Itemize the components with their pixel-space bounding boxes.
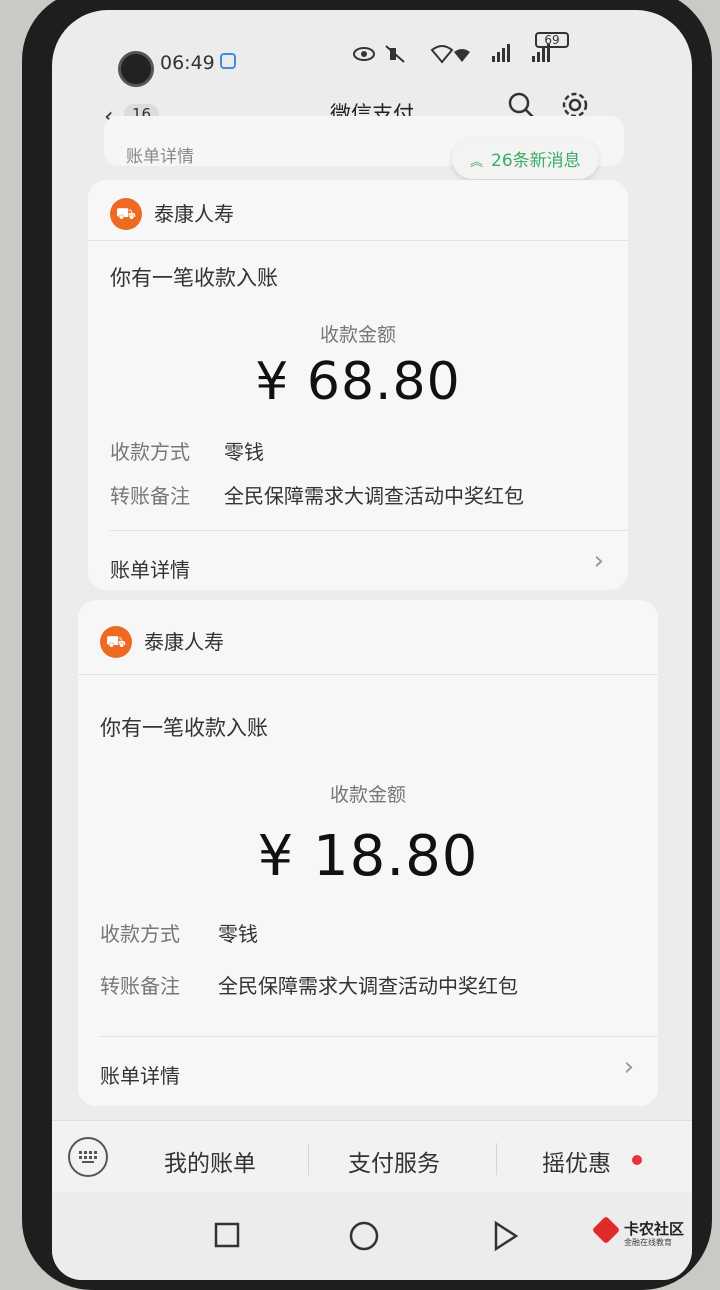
merchant-name: 泰康人寿 bbox=[154, 202, 234, 226]
phone-screen: 06:49 69 ‹ 16 微信支付 账单详情 ︽26条新消息 ⛟ 泰康人寿 bbox=[52, 10, 692, 1280]
payment-card: ⛟ 泰康人寿 你有一笔收款入账 收款金额 ¥ 68.80 收款方式 零钱 转账备… bbox=[88, 180, 628, 590]
payment-method-label: 收款方式 bbox=[100, 922, 180, 946]
back-nav-button bbox=[494, 1220, 519, 1252]
card-title: 你有一笔收款入账 bbox=[100, 716, 268, 740]
new-messages-pill[interactable]: ︽ 26条新消息 bbox=[452, 138, 599, 179]
status-bar: 06:49 69 bbox=[52, 10, 692, 87]
home-button bbox=[349, 1221, 379, 1251]
transfer-note-value: 全民保障需求大调查活动中奖红包 bbox=[224, 484, 524, 508]
transfer-note-value: 全民保障需求大调查活动中奖红包 bbox=[218, 974, 518, 998]
chevron-up-icon: ︽ bbox=[470, 155, 484, 170]
watermark: 卡农社区 金融在线教育 bbox=[591, 1215, 710, 1248]
keyboard-icon[interactable] bbox=[68, 1137, 108, 1177]
payment-method-label: 收款方式 bbox=[110, 440, 190, 464]
payment-card: ⛟ 泰康人寿 你有一笔收款入账 收款金额 ¥ 18.80 收款方式 零钱 转账备… bbox=[78, 600, 658, 1106]
notification-dot bbox=[632, 1155, 642, 1165]
mute-icon bbox=[385, 45, 405, 63]
battery-icon: 69 bbox=[535, 32, 569, 48]
notification-icon bbox=[220, 53, 236, 69]
menu-divider bbox=[308, 1143, 309, 1175]
new-messages-label: 26条新消息 bbox=[491, 151, 581, 171]
payment-method-value: 零钱 bbox=[224, 440, 264, 464]
bill-detail-link[interactable]: 账单详情 bbox=[100, 1060, 180, 1089]
watermark-logo-icon bbox=[591, 1215, 621, 1245]
merchant-logo-icon: ⛟ bbox=[100, 626, 132, 658]
card-divider bbox=[110, 530, 628, 531]
payment-method-value: 零钱 bbox=[218, 922, 258, 946]
amount-label: 收款金额 bbox=[329, 784, 406, 806]
bill-detail-link[interactable]: 账单详情 bbox=[110, 554, 190, 583]
menu-payment-services[interactable]: 支付服务 bbox=[348, 1144, 440, 1178]
transfer-note-label: 转账备注 bbox=[110, 484, 190, 508]
recent-apps-button bbox=[214, 1222, 240, 1248]
signal-4g-icon bbox=[492, 44, 510, 62]
menu-shake-deals[interactable]: 摇优惠 bbox=[542, 1144, 611, 1178]
amount-value: ¥ 18.80 bbox=[257, 824, 479, 889]
menu-divider bbox=[496, 1143, 497, 1175]
status-time: 06:49 bbox=[160, 52, 215, 74]
bottom-menu: 我的账单 支付服务 摇优惠 bbox=[52, 1120, 692, 1193]
chevron-right-icon[interactable]: › bbox=[624, 1052, 634, 1082]
card-header: ⛟ 泰康人寿 bbox=[88, 180, 628, 241]
amount-value: ¥ 68.80 bbox=[255, 352, 461, 412]
amount-label: 收款金额 bbox=[319, 324, 396, 346]
transfer-note-label: 转账备注 bbox=[100, 974, 180, 998]
watermark-title: 卡农社区 bbox=[624, 1220, 685, 1238]
chevron-right-icon[interactable]: › bbox=[594, 546, 604, 576]
menu-my-bills[interactable]: 我的账单 bbox=[164, 1144, 256, 1178]
watermark-subtitle: 金融在线教育 bbox=[624, 1238, 672, 1247]
merchant-logo-icon: ⛟ bbox=[110, 198, 142, 230]
wifi-icon bbox=[430, 45, 470, 64]
card-title: 你有一笔收款入账 bbox=[110, 266, 278, 290]
merchant-name: 泰康人寿 bbox=[144, 630, 224, 654]
peek-detail-label: 账单详情 bbox=[126, 147, 194, 167]
eye-icon bbox=[353, 47, 375, 61]
card-header: ⛟ 泰康人寿 bbox=[78, 600, 658, 675]
card-divider bbox=[100, 1036, 658, 1037]
